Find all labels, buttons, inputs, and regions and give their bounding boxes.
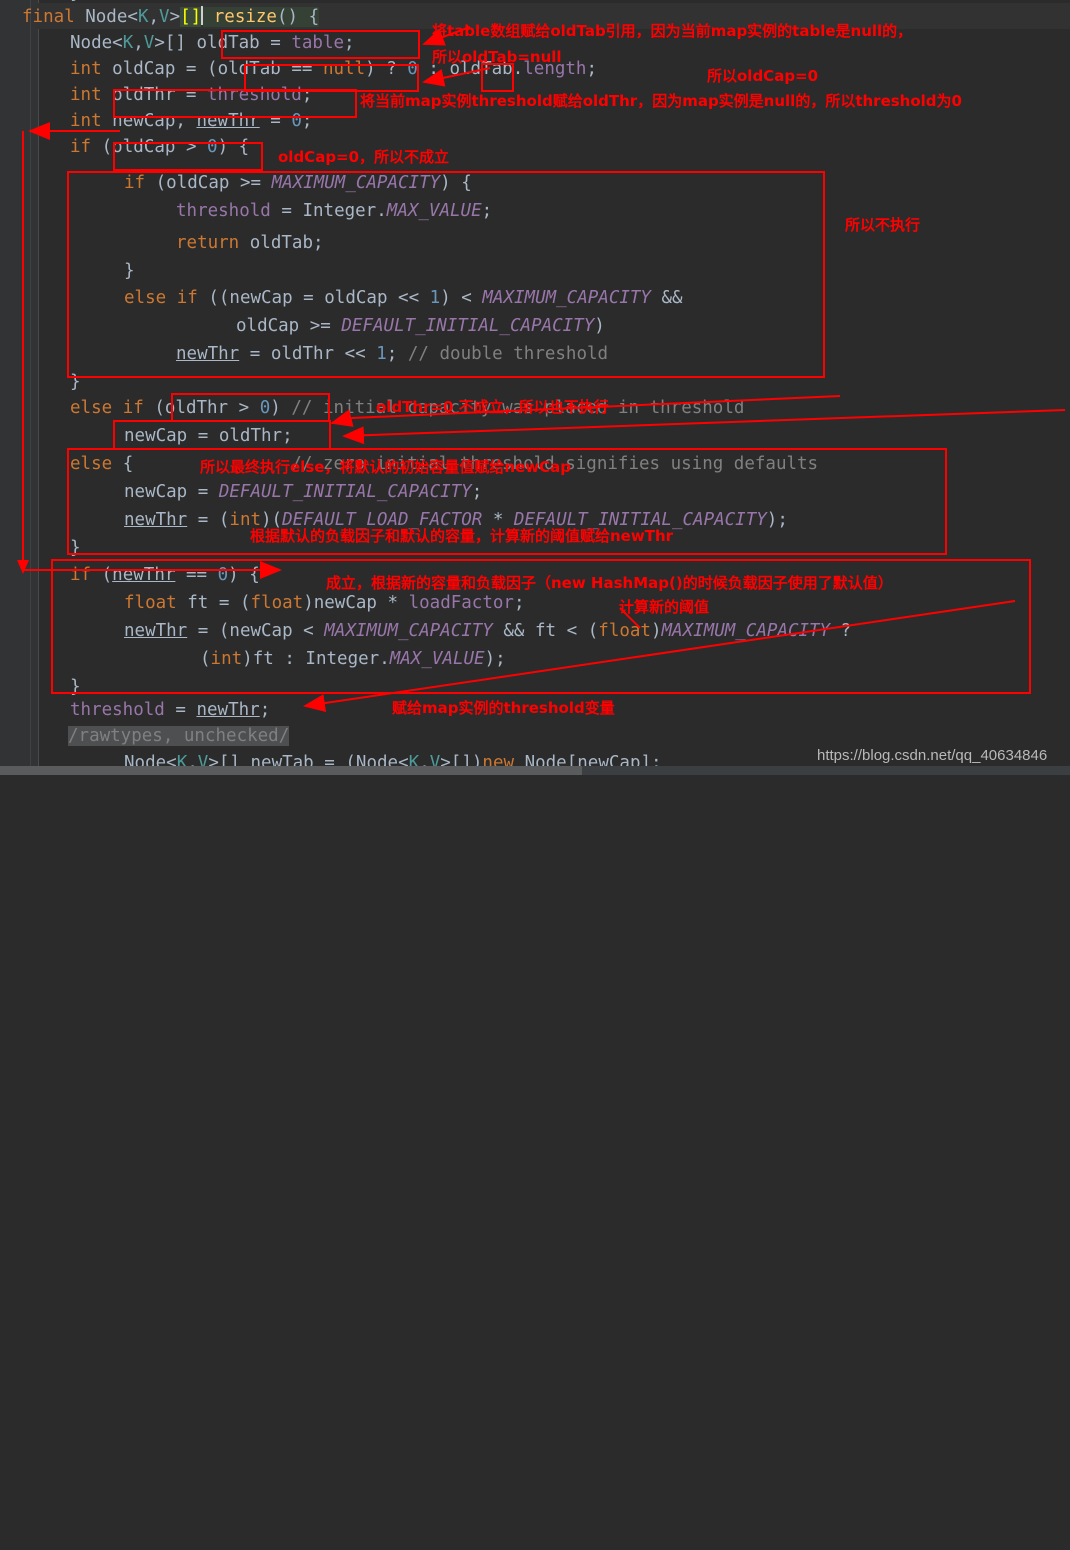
annotation-not-executed: 所以不执行 (845, 216, 921, 234)
annotation-oldcap-zero: 所以oldCap=0 (707, 67, 819, 85)
annotation-assign-threshold: 赋给map实例的threshold变量 (392, 699, 615, 717)
code-editor[interactable]: } final Node<K,V>[] resize() { Node<K,V>… (0, 0, 1070, 775)
annotation-oldthr-not-satisfied: oldThr=0 不成立，所以也不执行 (376, 398, 609, 416)
scrollbar-thumb[interactable] (0, 766, 582, 775)
annotation-oldtab-null: 所以oldTab=null (432, 48, 562, 66)
annotation-load-factor-calc: 根据默认的负载因子和默认的容量，计算新的阈值赋给newThr (250, 527, 674, 545)
annotation-newthr-satisfied: 成立，根据新的容量和负载因子（new HashMap()的时候负载因子使用了默认… (326, 574, 893, 592)
annotation-final-else: 所以最终执行else，将默认的初始容量值赋给newCap (200, 458, 571, 476)
annotation-table-to-oldtab: 将table数组赋给oldTab引用，因为当前map实例的table是null的… (432, 22, 913, 40)
annotation-calc-threshold: 计算新的阈值 (619, 598, 710, 616)
annotation-oldcap-not-satisfied: oldCap=0，所以不成立 (278, 148, 450, 166)
code-content: } final Node<K,V>[] resize() { Node<K,V>… (0, 0, 1070, 775)
horizontal-scrollbar[interactable] (0, 766, 1070, 775)
annotation-threshold-to-oldthr: 将当前map实例threshold赋给oldThr，因为map实例是null的，… (360, 92, 962, 110)
watermark: https://blog.csdn.net/qq_40634846 (817, 747, 1048, 764)
